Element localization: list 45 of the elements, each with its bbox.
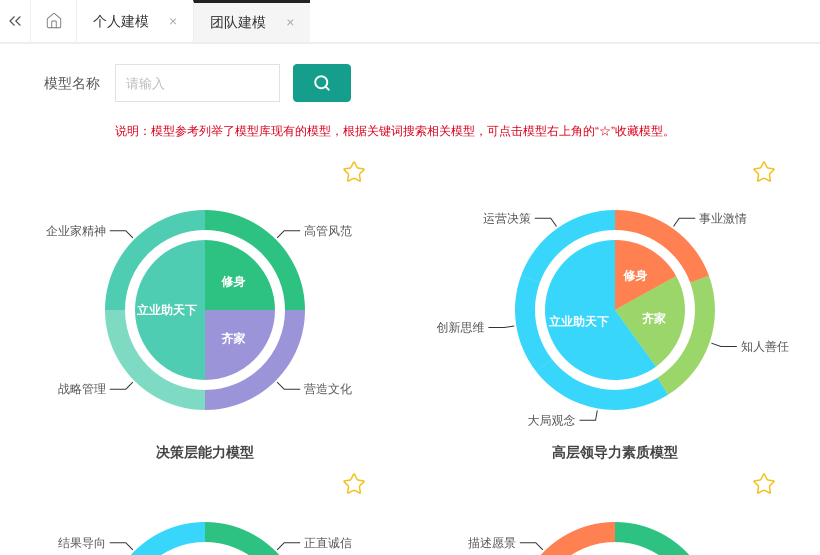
slice-label: 齐家 xyxy=(642,312,666,326)
leader-line xyxy=(276,542,301,550)
leader-line xyxy=(673,218,696,227)
tab-label: 个人建模 xyxy=(93,12,149,30)
segment-label: 事业激情 xyxy=(699,211,748,226)
segment-label: 结果导向 xyxy=(58,536,106,550)
segment-label: 知人善任 xyxy=(740,339,789,354)
segment-label: 企业家精神 xyxy=(46,224,106,238)
slice-label: 齐家 xyxy=(221,331,246,346)
star-icon[interactable] xyxy=(752,472,776,496)
note-text: 说明：模型参考列举了模型库现有的模型，根据关键词搜索相关模型，可点击模型右上角的“☆”收藏模型。 xyxy=(114,123,676,140)
segment-label: 运营决策 xyxy=(482,211,531,226)
model-title: 高层领导力素质模型 xyxy=(552,443,678,462)
leader-line xyxy=(579,410,598,421)
leader-line xyxy=(276,230,301,238)
leader-line xyxy=(109,230,134,238)
leader-line xyxy=(109,382,134,390)
leader-line xyxy=(519,542,544,550)
leader-line xyxy=(710,342,738,347)
search-button[interactable] xyxy=(293,64,351,102)
home-icon xyxy=(44,12,62,30)
leader-line xyxy=(276,382,301,390)
segment-label: 营造文化 xyxy=(304,382,352,396)
segment-label: 创新思维 xyxy=(436,320,484,335)
segment-label: 大局观念 xyxy=(528,413,576,428)
search-icon xyxy=(313,74,331,92)
star-icon[interactable] xyxy=(752,160,776,184)
slice-label: 立业助天下 xyxy=(548,314,609,329)
leader-line xyxy=(109,542,134,550)
slice-label: 修身 xyxy=(221,274,246,289)
segment-label: 战略管理 xyxy=(58,382,106,396)
star-icon[interactable] xyxy=(342,472,366,496)
model-name-input[interactable]: 请输入 xyxy=(115,64,280,102)
slice-label: 修身 xyxy=(623,268,648,283)
field-label: 模型名称 xyxy=(44,74,101,92)
model-title: 决策层能力模型 xyxy=(156,443,254,462)
star-icon[interactable] xyxy=(342,160,366,184)
leader-line xyxy=(488,325,515,328)
tab-label: 团队建模 xyxy=(210,13,266,32)
leader-line xyxy=(534,218,557,227)
slice-label: 立业助天下 xyxy=(137,303,197,317)
page-tab[interactable]: 团队建模 × xyxy=(193,0,310,42)
segment-label: 高管风范 xyxy=(304,224,352,238)
segment-label: 描述愿景 xyxy=(468,536,516,550)
segment-label: 正直诚信 xyxy=(304,536,352,550)
